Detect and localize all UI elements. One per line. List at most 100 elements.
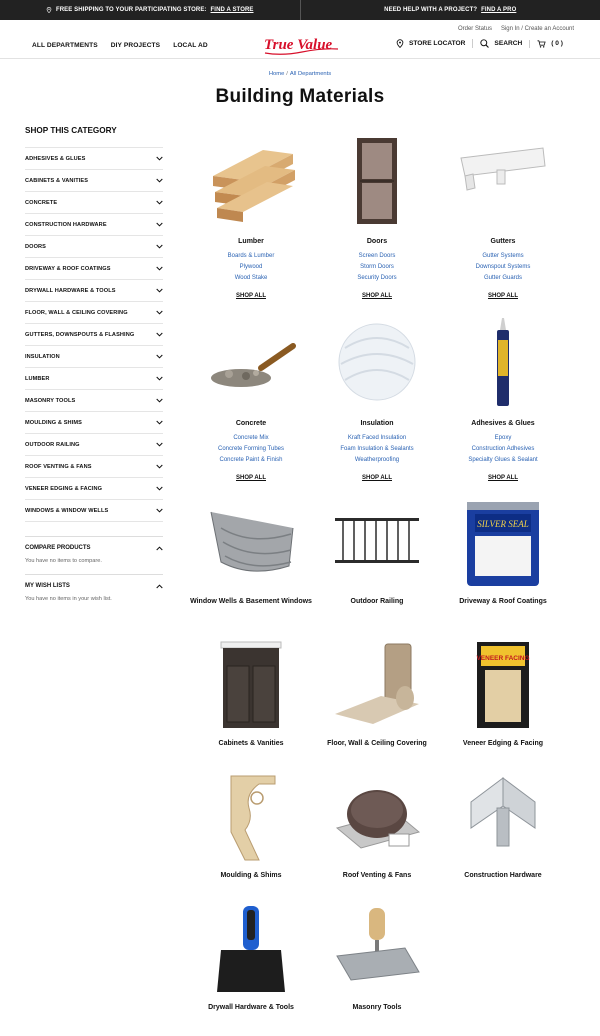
category-tile-title[interactable]: Cabinets & Vanities xyxy=(188,739,314,749)
sidebar-category-row[interactable]: OUTDOOR RAILING xyxy=(25,434,163,456)
shop-all-link[interactable]: SHOP ALL xyxy=(362,293,392,299)
subcategory-link[interactable]: Epoxy xyxy=(440,433,566,444)
category-tile-title[interactable]: Driveway & Roof Coatings xyxy=(440,597,566,607)
sidebar-category-row[interactable]: DOORS xyxy=(25,236,163,258)
category-tile[interactable]: Floor, Wall & Ceiling Covering xyxy=(314,640,440,749)
category-tile[interactable]: Roof Venting & Fans xyxy=(314,772,440,881)
subcategory-link[interactable]: Concrete Paint & Finish xyxy=(188,455,314,466)
category-tile-title[interactable]: Window Wells & Basement Windows xyxy=(188,597,314,607)
nav-diy-projects[interactable]: DIY PROJECTS xyxy=(111,42,160,49)
category-tile-title[interactable]: Veneer Edging & Facing xyxy=(440,739,566,749)
subcategory-link[interactable]: Plywood xyxy=(188,262,314,273)
sidebar-category-row[interactable]: CONSTRUCTION HARDWARE xyxy=(25,214,163,236)
category-tile-title[interactable]: Construction Hardware xyxy=(440,871,566,881)
category-tile-title[interactable]: Lumber xyxy=(188,237,314,247)
gutter-image[interactable] xyxy=(453,136,553,226)
sidebar-category-row[interactable]: ROOF VENTING & FANS xyxy=(25,456,163,478)
sidebar-category-row[interactable]: GUTTERS, DOWNSPOUTS & FLASHING xyxy=(25,324,163,346)
sidebar-category-row[interactable]: DRIVEWAY & ROOF COATINGS xyxy=(25,258,163,280)
sidebar-category-row[interactable]: CONCRETE xyxy=(25,192,163,214)
category-tile-title[interactable]: Doors xyxy=(314,237,440,247)
subcategory-link[interactable]: Gutter Guards xyxy=(440,273,566,284)
nav-all-departments[interactable]: ALL DEPARTMENTS xyxy=(32,42,98,49)
subcategory-link[interactable]: Screen Doors xyxy=(314,251,440,262)
insulation-image[interactable] xyxy=(327,318,427,408)
veneer-package-image[interactable]: VENEER FACING xyxy=(453,640,553,730)
shop-all-link[interactable]: SHOP ALL xyxy=(488,475,518,481)
order-status-link[interactable]: Order Status xyxy=(458,26,492,32)
vanity-image[interactable] xyxy=(201,640,301,730)
category-tile[interactable]: Lumber Boards & Lumber Plywood Wood Stake SH… xyxy=(188,136,314,302)
sidebar-category-row[interactable]: MASONRY TOOLS xyxy=(25,390,163,412)
corbel-image[interactable] xyxy=(201,772,301,862)
subcategory-link[interactable]: Gutter Systems xyxy=(440,251,566,262)
category-tile[interactable]: SILVER SEAL Driveway & Roof Coatings xyxy=(440,498,566,607)
sidebar-category-row[interactable]: WINDOWS & WINDOW WELLS xyxy=(25,500,163,522)
sidebar-category-row[interactable]: ADHESIVES & GLUES xyxy=(25,148,163,170)
sidebar-category-row[interactable]: VENEER EDGING & FACING xyxy=(25,478,163,500)
category-tile-title[interactable]: Concrete xyxy=(188,419,314,429)
category-tile-title[interactable]: Outdoor Railing xyxy=(314,597,440,607)
category-tile[interactable]: Moulding & Shims xyxy=(188,772,314,881)
compare-products-toggle[interactable]: COMPARE PRODUCTS xyxy=(25,545,163,551)
category-tile-title[interactable]: Moulding & Shims xyxy=(188,871,314,881)
breadcrumb-home[interactable]: Home xyxy=(269,71,284,77)
trowel-image[interactable] xyxy=(327,904,427,994)
store-locator-button[interactable]: STORE LOCATOR xyxy=(389,39,472,48)
shop-all-link[interactable]: SHOP ALL xyxy=(488,293,518,299)
floor-roll-image[interactable] xyxy=(327,640,427,730)
category-tile[interactable]: Window Wells & Basement Windows xyxy=(188,498,314,607)
category-tile-title[interactable]: Insulation xyxy=(314,419,440,429)
category-tile[interactable]: VENEER FACING Veneer Edging & Facing xyxy=(440,640,566,749)
subcategory-link[interactable]: Kraft Faced Insulation xyxy=(314,433,440,444)
railing-image[interactable] xyxy=(327,498,427,588)
subcategory-link[interactable]: Storm Doors xyxy=(314,262,440,273)
category-tile-title[interactable]: Gutters xyxy=(440,237,566,247)
wish-lists-toggle[interactable]: MY WISH LISTS xyxy=(25,583,163,589)
cart-button[interactable]: ( 0 ) xyxy=(529,39,570,48)
sidebar-category-row[interactable]: CABINETS & VANITIES xyxy=(25,170,163,192)
category-tile[interactable]: Insulation Kraft Faced Insulation Foam Ins… xyxy=(314,318,440,484)
subcategory-link[interactable]: Weatherproofing xyxy=(314,455,440,466)
category-tile[interactable]: Doors Screen Doors Storm Doors Security Doo… xyxy=(314,136,440,302)
subcategory-link[interactable]: Wood Stake xyxy=(188,273,314,284)
bracket-image[interactable] xyxy=(453,772,553,862)
category-tile-title[interactable]: Adhesives & Glues xyxy=(440,419,566,429)
true-value-logo[interactable]: True Value xyxy=(262,35,340,57)
sidebar-category-row[interactable]: MOULDING & SHIMS xyxy=(25,412,163,434)
subcategory-link[interactable]: Concrete Mix xyxy=(188,433,314,444)
sign-in-link[interactable]: Sign In / Create an Account xyxy=(501,26,574,32)
subcategory-link[interactable]: Construction Adhesives xyxy=(440,444,566,455)
shop-all-link[interactable]: SHOP ALL xyxy=(236,293,266,299)
category-tile[interactable]: Masonry Tools xyxy=(314,904,440,1013)
category-tile-title[interactable]: Drywall Hardware & Tools xyxy=(188,1003,314,1013)
concrete-image[interactable] xyxy=(201,318,301,408)
subcategory-link[interactable]: Downspout Systems xyxy=(440,262,566,273)
subcategory-link[interactable]: Foam Insulation & Sealants xyxy=(314,444,440,455)
sidebar-category-row[interactable]: INSULATION xyxy=(25,346,163,368)
window-well-image[interactable] xyxy=(201,498,301,588)
subcategory-link[interactable]: Specialty Glues & Sealant xyxy=(440,455,566,466)
category-tile[interactable]: Adhesives & Glues Epoxy Construction Adhes… xyxy=(440,318,566,484)
category-tile-title[interactable]: Masonry Tools xyxy=(314,1003,440,1013)
shop-all-link[interactable]: SHOP ALL xyxy=(236,475,266,481)
search-button[interactable]: SEARCH xyxy=(472,39,529,48)
category-tile[interactable]: Outdoor Railing xyxy=(314,498,440,607)
find-a-store-link[interactable]: FIND A STORE xyxy=(211,7,254,13)
category-tile-title[interactable]: Roof Venting & Fans xyxy=(314,871,440,881)
taping-knife-image[interactable] xyxy=(201,904,301,994)
category-tile[interactable]: Gutters Gutter Systems Downspout Systems Gu… xyxy=(440,136,566,302)
sidebar-category-row[interactable]: LUMBER xyxy=(25,368,163,390)
find-a-pro-link[interactable]: FIND A PRO xyxy=(481,7,516,13)
lumber-image[interactable] xyxy=(201,136,301,226)
sidebar-category-row[interactable]: DRYWALL HARDWARE & TOOLS xyxy=(25,280,163,302)
shop-all-link[interactable]: SHOP ALL xyxy=(362,475,392,481)
category-tile[interactable]: Construction Hardware xyxy=(440,772,566,881)
subcategory-link[interactable]: Boards & Lumber xyxy=(188,251,314,262)
nav-local-ad[interactable]: LOCAL AD xyxy=(173,42,208,49)
roof-vent-image[interactable] xyxy=(327,772,427,862)
door-image[interactable] xyxy=(327,136,427,226)
category-tile[interactable]: Drywall Hardware & Tools xyxy=(188,904,314,1013)
subcategory-link[interactable]: Concrete Forming Tubes xyxy=(188,444,314,455)
category-tile[interactable]: Concrete Concrete Mix Concrete Forming Tub… xyxy=(188,318,314,484)
